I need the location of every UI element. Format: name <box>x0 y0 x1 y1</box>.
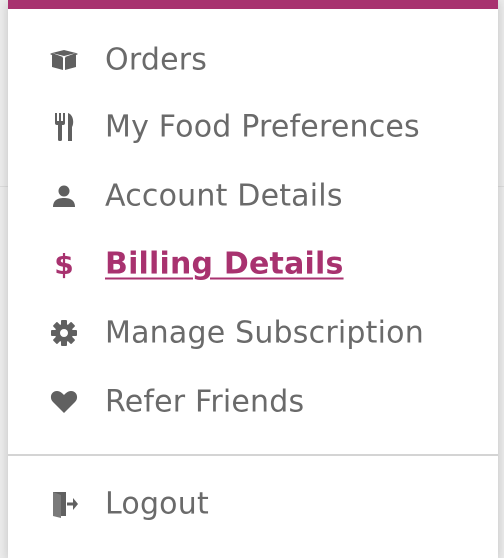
menu-divider <box>8 454 498 456</box>
menu-item-label: Manage Subscription <box>105 315 424 351</box>
menu-item-label: Orders <box>105 42 208 78</box>
menu-item-label: My Food Preferences <box>105 109 420 145</box>
gear-icon <box>48 319 80 347</box>
logout-label: Logout <box>105 486 209 522</box>
box-icon <box>48 46 80 74</box>
user-icon <box>48 182 80 210</box>
dollar-icon: $ <box>48 249 80 279</box>
menu-item-account-details[interactable]: Account Details <box>8 166 498 226</box>
menu-item-refer-friends[interactable]: Refer Friends <box>8 372 498 432</box>
menu-item-label: Refer Friends <box>105 384 305 420</box>
logout-icon <box>48 490 80 518</box>
logout-button[interactable]: Logout <box>8 474 498 534</box>
menu-item-label: Account Details <box>105 178 343 214</box>
svg-text:$: $ <box>54 249 73 279</box>
heart-icon <box>48 388 80 416</box>
menu-item-billing-details[interactable]: $ Billing Details <box>8 234 498 294</box>
menu-item-manage-subscription[interactable]: Manage Subscription <box>8 303 498 363</box>
menu-accent-bar <box>8 0 498 9</box>
account-dropdown-menu: Orders My Food Preferences Account Detai… <box>8 0 498 558</box>
menu-item-label: Billing Details <box>105 246 344 282</box>
menu-item-food-preferences[interactable]: My Food Preferences <box>8 97 498 157</box>
menu-item-orders[interactable]: Orders <box>8 30 498 90</box>
fork-knife-icon <box>48 113 80 141</box>
